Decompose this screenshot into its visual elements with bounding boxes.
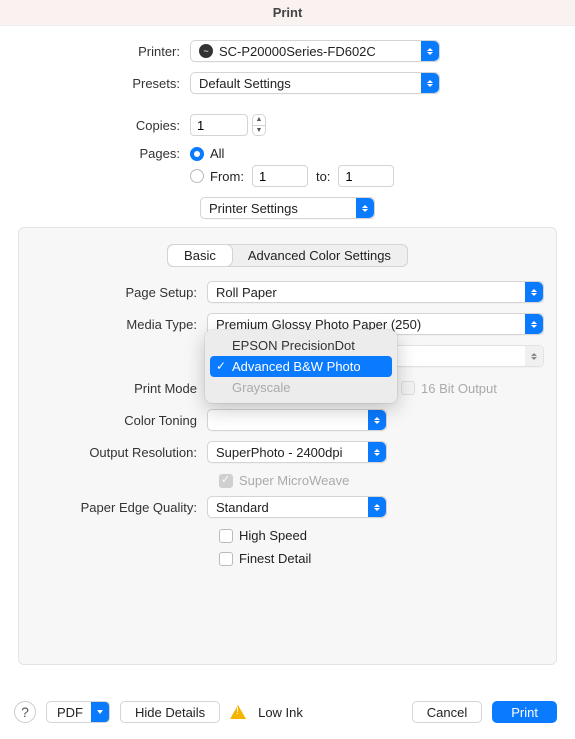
high-speed-checkbox[interactable] [219,529,233,543]
page-setup-select[interactable]: Roll Paper [207,281,544,303]
super-microweave-label: Super MicroWeave [239,473,349,488]
chevrons-icon [368,410,386,430]
tab-advanced-color[interactable]: Advanced Color Settings [232,245,407,266]
help-button[interactable]: ? [14,701,36,723]
high-speed-label: High Speed [239,528,307,543]
settings-panel: Basic Advanced Color Settings Page Setup… [18,227,557,665]
page-setup-value: Roll Paper [216,285,277,300]
hide-details-button[interactable]: Hide Details [120,701,220,723]
presets-label: Presets: [18,76,190,91]
print-mode-option-precisiondot[interactable]: EPSON PrecisionDot [210,335,392,356]
printer-value: SC-P20000Series-FD602C [219,44,376,59]
finest-detail-checkbox[interactable] [219,552,233,566]
sixteen-bit-checkbox [401,381,415,395]
copies-input[interactable] [190,114,248,136]
chevrons-icon [525,282,543,302]
window-title: Print [0,0,575,26]
chevrons-icon [368,497,386,517]
print-mode-option-grayscale[interactable]: Grayscale [210,377,392,398]
pdf-label: PDF [57,705,83,720]
presets-value: Default Settings [199,76,291,91]
tab-segment: Basic Advanced Color Settings [167,244,408,267]
pages-from-label: From: [210,169,244,184]
chevrons-icon [421,73,439,93]
chevron-down-icon [91,702,109,722]
media-type-label: Media Type: [31,317,207,332]
tab-basic[interactable]: Basic [168,245,232,266]
cancel-button[interactable]: Cancel [412,701,482,723]
chevrons-icon [356,198,374,218]
pdf-menu-button[interactable]: PDF [46,701,110,723]
print-mode-option-advanced-bw[interactable]: Advanced B&W Photo [210,356,392,377]
pages-all-label: All [210,146,224,161]
copies-stepper[interactable]: ▲▼ [252,114,266,136]
print-mode-label: Print Mode [31,381,207,396]
warning-icon [230,705,246,719]
super-microweave-checkbox [219,474,233,488]
section-value: Printer Settings [209,201,298,216]
output-resolution-select[interactable]: SuperPhoto - 2400dpi [207,441,387,463]
finest-detail-label: Finest Detail [239,551,311,566]
pages-label: Pages: [18,146,190,161]
page-setup-label: Page Setup: [31,285,207,300]
output-resolution-value: SuperPhoto - 2400dpi [216,445,342,460]
dialog-footer: ? PDF Hide Details Low Ink Cancel Print [0,685,575,739]
copies-label: Copies: [18,118,190,133]
pages-to-input[interactable] [338,165,394,187]
printer-status-icon: ~ [199,44,213,58]
chevrons-icon [525,314,543,334]
print-mode-menu[interactable]: EPSON PrecisionDot Advanced B&W Photo Gr… [205,330,397,403]
pages-to-label: to: [316,169,330,184]
pages-range-radio[interactable] [190,169,204,183]
printer-label: Printer: [18,44,190,59]
paper-edge-quality-select[interactable]: Standard [207,496,387,518]
output-resolution-label: Output Resolution: [31,445,207,460]
printer-select[interactable]: ~ SC-P20000Series-FD602C [190,40,440,62]
presets-select[interactable]: Default Settings [190,72,440,94]
print-button[interactable]: Print [492,701,557,723]
pages-from-input[interactable] [252,165,308,187]
chevrons-icon [368,442,386,462]
paper-edge-quality-label: Paper Edge Quality: [31,500,207,515]
chevrons-icon [525,346,543,366]
low-ink-label: Low Ink [258,705,303,720]
sixteen-bit-label: 16 Bit Output [421,381,497,396]
section-select[interactable]: Printer Settings [200,197,375,219]
color-toning-select[interactable] [207,409,387,431]
chevrons-icon [421,41,439,61]
paper-edge-quality-value: Standard [216,500,269,515]
color-toning-label: Color Toning [31,413,207,428]
pages-all-radio[interactable] [190,147,204,161]
